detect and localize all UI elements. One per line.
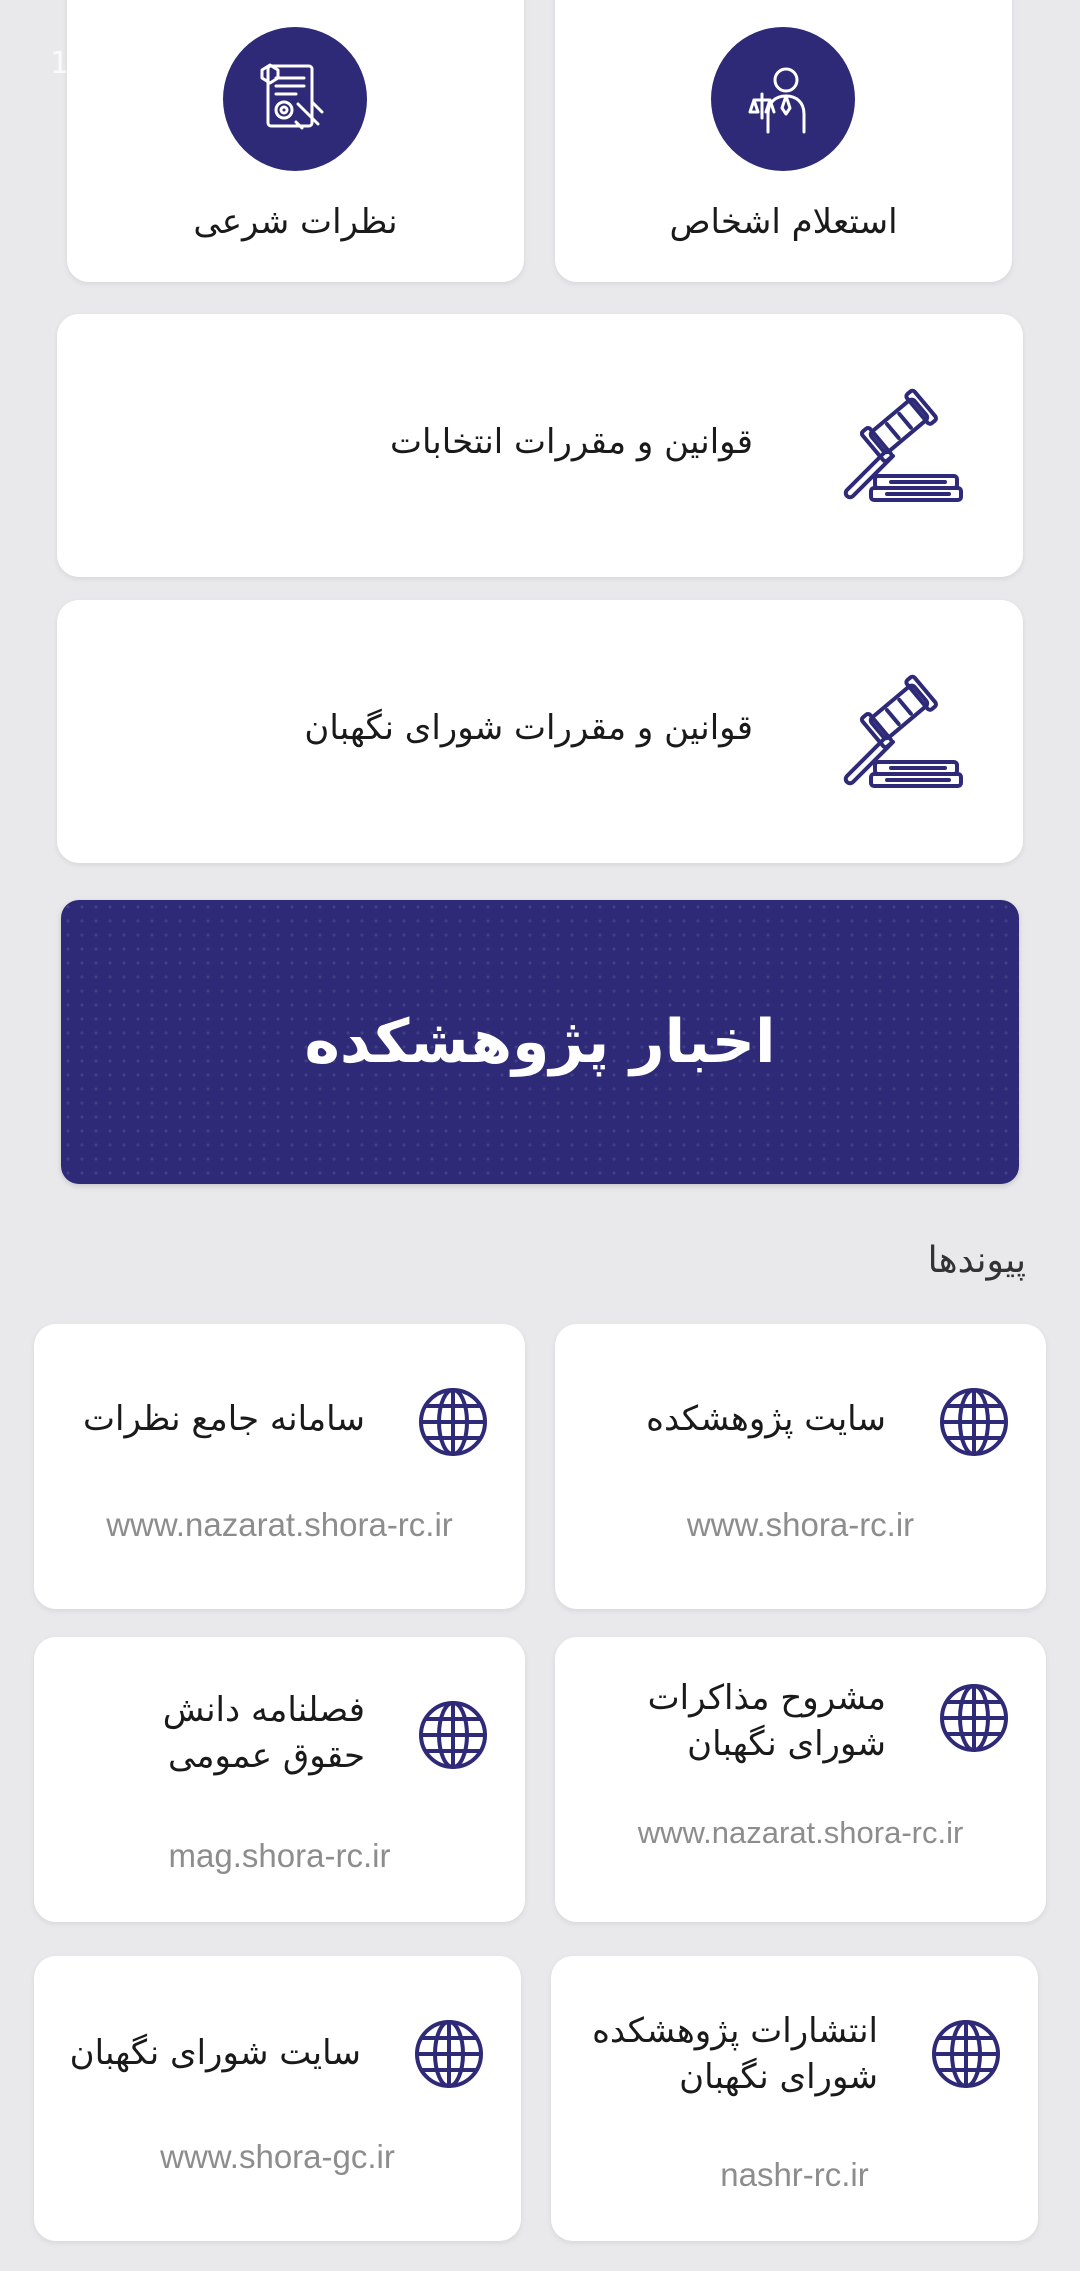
link-title: انتشارات پژوهشکده شورای نگهبان (592, 2011, 878, 2097)
link-title: سایت پژوهشکده (646, 1399, 886, 1439)
globe-icon (940, 1684, 1008, 1752)
link-title: سامانه جامع نظرات (83, 1399, 365, 1439)
globe-icon (415, 2020, 483, 2088)
link-card-public-law-quarterly[interactable]: فصلنامه دانش حقوق عمومی mag.shora-rc.ir (34, 1637, 525, 1922)
link-url: www.nazarat.shora-rc.ir (106, 1506, 453, 1543)
election-laws-label: قوانین و مقررات انتخابات (389, 422, 753, 462)
link-url: nashr-rc.ir (720, 2156, 869, 2193)
person-inquiry-card[interactable]: استعلام اشخاص (555, 0, 1012, 282)
link-url: www.shora-gc.ir (160, 2138, 395, 2175)
shariah-opinions-card[interactable]: نظرات شرعی (67, 0, 524, 282)
link-card-council-site[interactable]: سایت شورای نگهبان www.shora-gc.ir (34, 1956, 521, 2241)
shariah-opinions-label: نظرات شرعی (193, 202, 398, 242)
research-news-label: اخبار پژوهشکده (304, 1007, 776, 1077)
link-card-research-site[interactable]: سایت پژوهشکده www.shora-rc.ir (555, 1324, 1046, 1609)
council-laws-card[interactable]: قوانین و مقررات شورای نگهبان (57, 600, 1023, 863)
link-title: مشروح مذاکرات شورای نگهبان (647, 1678, 886, 1764)
document-seal-icon (223, 27, 367, 171)
globe-icon (419, 1701, 487, 1769)
link-card-council-minutes[interactable]: مشروح مذاکرات شورای نگهبان www.nazarat.s… (555, 1637, 1046, 1922)
gavel-icon (843, 674, 963, 788)
gavel-icon (843, 388, 963, 502)
link-card-research-publications[interactable]: انتشارات پژوهشکده شورای نگهبان nashr-rc.… (551, 1956, 1038, 2241)
links-section-title: پیوندها (927, 1240, 1026, 1281)
election-laws-card[interactable]: قوانین و مقررات انتخابات (57, 314, 1023, 577)
research-news-banner[interactable]: اخبار پژوهشکده (61, 900, 1019, 1184)
link-card-opinions-system[interactable]: سامانه جامع نظرات www.nazarat.shora-rc.i… (34, 1324, 525, 1609)
council-laws-label: قوانین و مقررات شورای نگهبان (304, 708, 753, 748)
globe-icon (940, 1388, 1008, 1456)
link-url: www.shora-rc.ir (686, 1506, 915, 1543)
link-title: فصلنامه دانش حقوق عمومی (162, 1690, 365, 1776)
globe-icon (419, 1388, 487, 1456)
lawyer-icon (711, 27, 855, 171)
link-url: mag.shora-rc.ir (168, 1837, 391, 1874)
link-url: www.nazarat.shora-rc.ir (637, 1815, 964, 1850)
link-title: سایت شورای نگهبان (69, 2033, 361, 2073)
person-inquiry-label: استعلام اشخاص (669, 202, 898, 242)
globe-icon (932, 2020, 1000, 2088)
